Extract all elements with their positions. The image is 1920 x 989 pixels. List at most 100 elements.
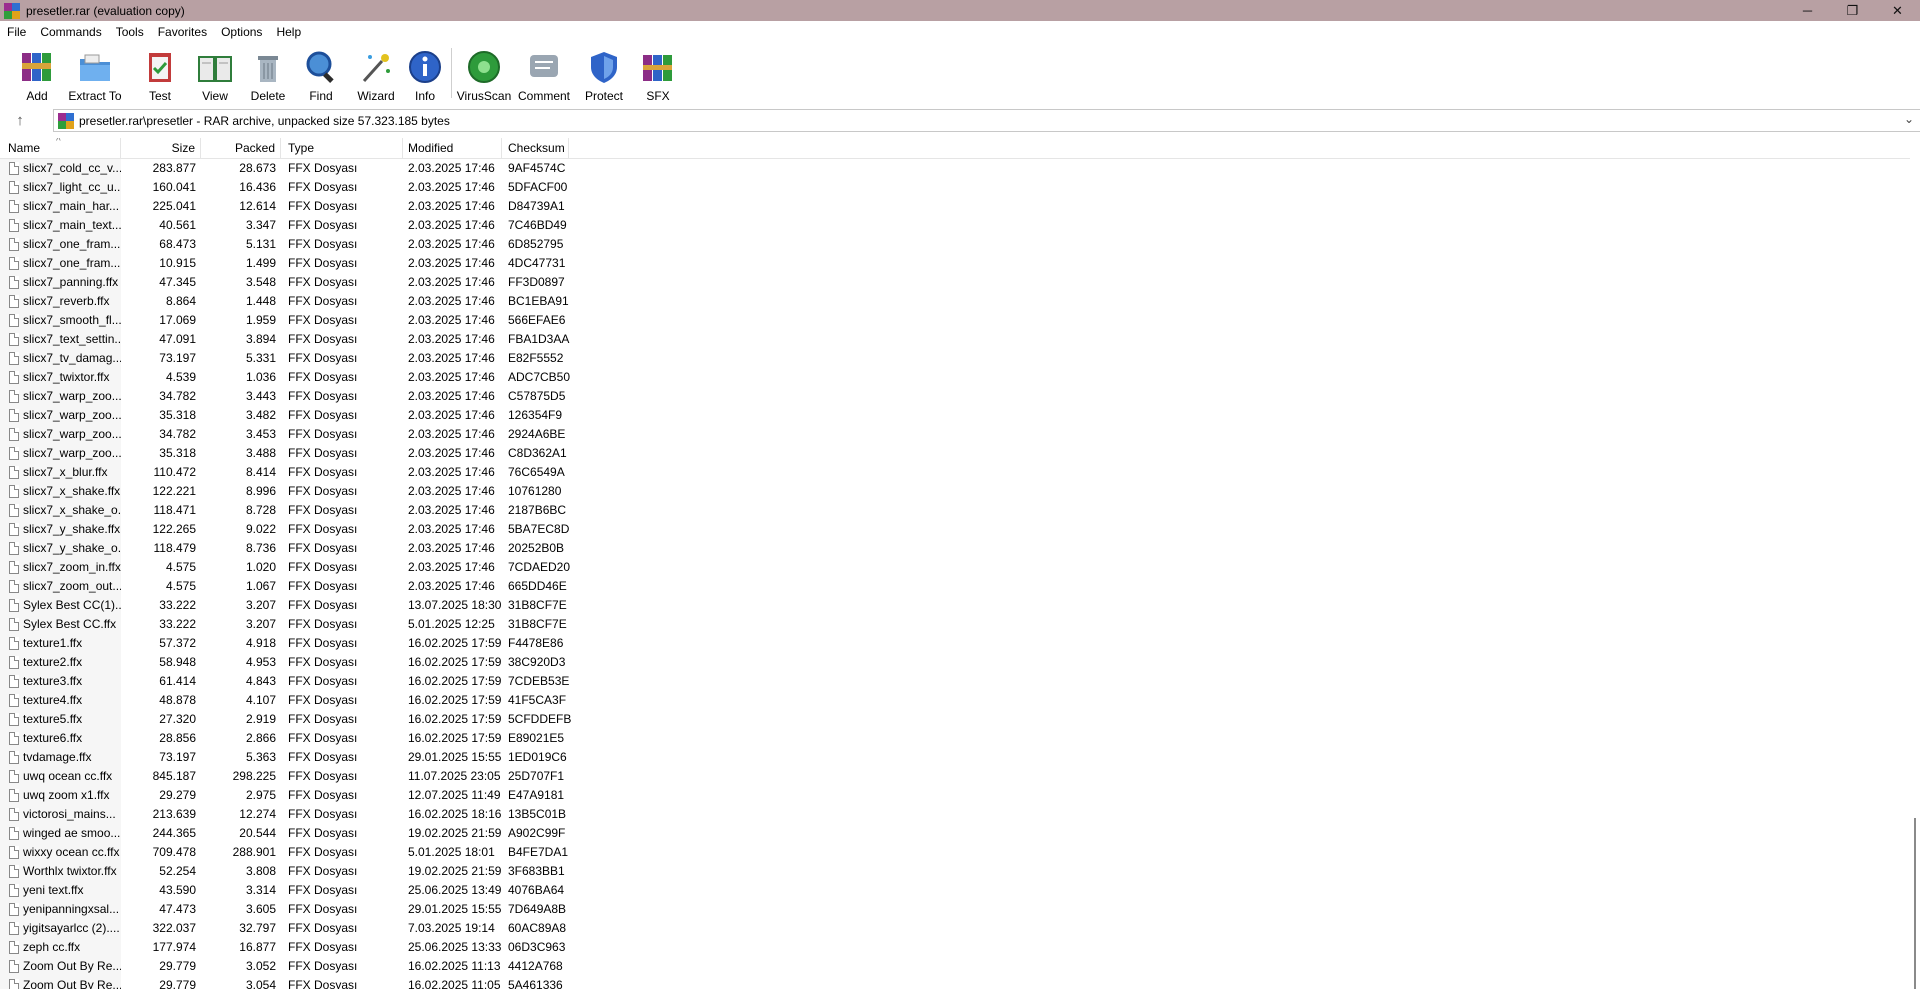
table-row[interactable]: slicx7_panning.ffx 47.345 3.548 FFX Dosyası…	[0, 273, 1910, 292]
sfx-button[interactable]: SFX	[636, 43, 680, 103]
table-row[interactable]: yenipanningxsal... 47.473 3.605 FFX Dosyası…	[0, 900, 1910, 919]
table-row[interactable]: slicx7_y_shake.ffx 122.265 9.022 FFX Dosyas…	[0, 520, 1910, 539]
menu-file[interactable]: File	[0, 25, 33, 39]
scrollbar-thumb[interactable]	[1914, 818, 1916, 989]
file-modified: 7.03.2025 19:14	[408, 921, 495, 935]
column-checksum[interactable]: Checksum	[502, 138, 569, 158]
table-row[interactable]: texture2.ffx 58.948 4.953 FFX Dosyası 16.02.…	[0, 653, 1910, 672]
table-row[interactable]: wixxy ocean cc.ffx 709.478 288.901 FFX Dosy…	[0, 843, 1910, 862]
table-row[interactable]: texture4.ffx 48.878 4.107 FFX Dosyası 16.02.…	[0, 691, 1910, 710]
table-row[interactable]: slicx7_light_cc_u... 160.041 16.436 FFX Dos…	[0, 178, 1910, 197]
table-row[interactable]: slicx7_warp_zoo... 35.318 3.482 FFX Dosyası…	[0, 406, 1910, 425]
add-button[interactable]: Add	[18, 43, 56, 103]
table-row[interactable]: victorosi_mains... 213.639 12.274 FFX Dosya…	[0, 805, 1910, 824]
table-row[interactable]: slicx7_warp_zoo... 34.782 3.453 FFX Dosyası…	[0, 425, 1910, 444]
maximize-button[interactable]: ❐	[1830, 0, 1875, 21]
wizard-button[interactable]: Wizard	[356, 43, 396, 103]
menu-favorites[interactable]: Favorites	[151, 25, 214, 39]
protect-button[interactable]: Protect	[582, 43, 626, 103]
up-folder-button[interactable]: ↑	[0, 108, 40, 132]
table-row[interactable]: zeph cc.ffx 177.974 16.877 FFX Dosyası 25.06…	[0, 938, 1910, 957]
file-name: texture1.ffx	[23, 636, 83, 650]
vertical-scrollbar[interactable]	[1910, 138, 1920, 989]
column-packed[interactable]: Packed	[201, 138, 281, 158]
table-row[interactable]: slicx7_x_shake_o... 118.471 8.728 FFX Dosya…	[0, 501, 1910, 520]
view-button[interactable]: View	[195, 43, 235, 103]
menu-help[interactable]: Help	[269, 25, 308, 39]
table-row[interactable]: Sylex Best CC.ffx 33.222 3.207 FFX Dosyası 5…	[0, 615, 1910, 634]
file-size: 47.473	[159, 902, 196, 916]
table-row[interactable]: Sylex Best CC(1).... 33.222 3.207 FFX Dosya…	[0, 596, 1910, 615]
table-row[interactable]: slicx7_reverb.ffx 8.864 1.448 FFX Dosyası 2.…	[0, 292, 1910, 311]
table-row[interactable]: uwq zoom x1.ffx 29.279 2.975 FFX Dosyası 12.…	[0, 786, 1910, 805]
table-row[interactable]: Zoom Out By Re... 29.779 3.054 FFX Dosyası 1…	[0, 976, 1910, 989]
table-row[interactable]: slicx7_smooth_fl... 17.069 1.959 FFX Dosyas…	[0, 311, 1910, 330]
archive-path-field[interactable]: presetler.rar\presetler - RAR archive, u…	[53, 109, 1920, 132]
table-row[interactable]: slicx7_one_fram... 10.915 1.499 FFX Dosyası…	[0, 254, 1910, 273]
chevron-down-icon[interactable]: ⌄	[1904, 112, 1914, 126]
minimize-button[interactable]: ─	[1785, 0, 1830, 21]
file-checksum: 126354F9	[508, 408, 563, 422]
file-size: 29.279	[159, 788, 196, 802]
column-name[interactable]: Name ^	[0, 138, 121, 158]
column-size[interactable]: Size	[121, 138, 201, 158]
table-row[interactable]: slicx7_twixtor.ffx 4.539 1.036 FFX Dosyası 2…	[0, 368, 1910, 387]
table-row[interactable]: texture3.ffx 61.414 4.843 FFX Dosyası 16.02.…	[0, 672, 1910, 691]
file-type: FFX Dosyası	[288, 826, 358, 840]
menu-options[interactable]: Options	[214, 25, 269, 39]
table-row[interactable]: slicx7_main_har... 225.041 12.614 FFX Dosya…	[0, 197, 1910, 216]
table-row[interactable]: slicx7_tv_damag... 73.197 5.331 FFX Dosyası…	[0, 349, 1910, 368]
table-row[interactable]: texture6.ffx 28.856 2.866 FFX Dosyası 16.02.…	[0, 729, 1910, 748]
table-row[interactable]: slicx7_warp_zoo... 34.782 3.443 FFX Dosyası…	[0, 387, 1910, 406]
file-size: 709.478	[152, 845, 196, 859]
table-row[interactable]: texture1.ffx 57.372 4.918 FFX Dosyası 16.02.…	[0, 634, 1910, 653]
file-checksum: 41F5CA3F	[508, 693, 567, 707]
file-modified: 16.02.2025 18:16	[408, 807, 502, 821]
table-row[interactable]: slicx7_x_shake.ffx 122.221 8.996 FFX Dosyas…	[0, 482, 1910, 501]
file-modified: 2.03.2025 17:46	[408, 408, 495, 422]
file-icon	[9, 257, 19, 270]
column-type[interactable]: Type	[281, 138, 403, 158]
table-row[interactable]: tvdamage.ffx 73.197 5.363 FFX Dosyası 29.01.…	[0, 748, 1910, 767]
table-row[interactable]: yeni text.ffx 43.590 3.314 FFX Dosyası 25.06…	[0, 881, 1910, 900]
table-row[interactable]: slicx7_warp_zoo... 35.318 3.488 FFX Dosyası…	[0, 444, 1910, 463]
file-type: FFX Dosyası	[288, 864, 358, 878]
delete-button[interactable]: Delete	[248, 43, 288, 103]
file-modified: 2.03.2025 17:46	[408, 180, 495, 194]
table-row[interactable]: slicx7_cold_cc_v... 283.877 28.673 FFX Dosy…	[0, 159, 1910, 178]
table-row[interactable]: Worthlx twixtor.ffx 52.254 3.808 FFX Dosyas…	[0, 862, 1910, 881]
test-button[interactable]: Test	[140, 43, 180, 103]
table-row[interactable]: winged ae smoo... 244.365 20.544 FFX Dosyas…	[0, 824, 1910, 843]
extract-to-button[interactable]: Extract To	[66, 43, 124, 103]
table-row[interactable]: uwq ocean cc.ffx 845.187 298.225 FFX Dosyas…	[0, 767, 1910, 786]
file-checksum: 5BA7EC8D	[508, 522, 570, 536]
table-row[interactable]: slicx7_one_fram... 68.473 5.131 FFX Dosyası…	[0, 235, 1910, 254]
file-size: 52.254	[159, 864, 196, 878]
file-name: slicx7_y_shake.ffx	[23, 522, 121, 536]
file-packed-size: 5.363	[245, 750, 276, 764]
find-button[interactable]: Find	[301, 43, 341, 103]
table-row[interactable]: texture5.ffx 27.320 2.919 FFX Dosyası 16.02.…	[0, 710, 1910, 729]
close-button[interactable]: ✕	[1875, 0, 1920, 21]
virusscan-button[interactable]: VirusScan	[457, 43, 511, 103]
file-type: FFX Dosyası	[288, 788, 358, 802]
table-row[interactable]: yigitsayarlcc (2).... 322.037 32.797 FFX Do…	[0, 919, 1910, 938]
table-row[interactable]: Zoom Out By Re... 29.779 3.052 FFX Dosyası 1…	[0, 957, 1910, 976]
column-modified[interactable]: Modified	[403, 138, 502, 158]
file-type: FFX Dosyası	[288, 579, 358, 593]
table-row[interactable]: slicx7_main_text... 40.561 3.347 FFX Dosyas…	[0, 216, 1910, 235]
table-row[interactable]: slicx7_x_blur.ffx 110.472 8.414 FFX Dosyası…	[0, 463, 1910, 482]
table-row[interactable]: slicx7_zoom_in.ffx 4.575 1.020 FFX Dosyası 2…	[0, 558, 1910, 577]
table-row[interactable]: slicx7_text_settin... 47.091 3.894 FFX Dosy…	[0, 330, 1910, 349]
file-type: FFX Dosyası	[288, 655, 358, 669]
comment-button[interactable]: Comment	[518, 43, 570, 103]
info-button[interactable]: Info	[405, 43, 445, 103]
file-type: FFX Dosyası	[288, 465, 358, 479]
file-icon	[9, 428, 19, 441]
menu-commands[interactable]: Commands	[33, 25, 108, 39]
table-row[interactable]: slicx7_zoom_out... 4.575 1.067 FFX Dosyası 2…	[0, 577, 1910, 596]
table-row[interactable]: slicx7_y_shake_o... 118.479 8.736 FFX Dosya…	[0, 539, 1910, 558]
open-book-icon	[196, 48, 234, 86]
menu-tools[interactable]: Tools	[109, 25, 151, 39]
file-icon	[9, 333, 19, 346]
